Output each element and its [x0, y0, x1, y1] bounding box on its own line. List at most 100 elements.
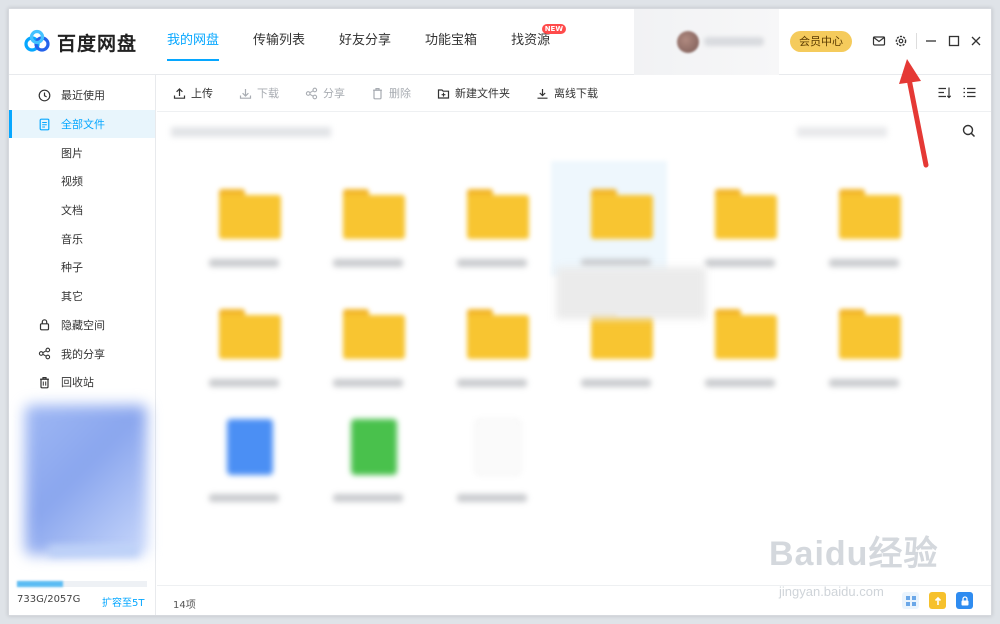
tooltip [556, 267, 706, 319]
folder-item[interactable] [181, 279, 291, 394]
folder-item[interactable] [305, 159, 415, 274]
item-count: 14项 [173, 600, 196, 611]
upload-label: 上传 [191, 87, 213, 100]
sidebar-item-all-files[interactable]: 全部文件 [9, 109, 155, 139]
sidebar-item-label: 全部文件 [61, 118, 105, 132]
sidebar-item-recent[interactable]: 最近使用 [9, 81, 155, 110]
sidebar-item-label: 我的分享 [61, 347, 105, 361]
tab-find-resources[interactable]: 找资源 NEW [511, 9, 567, 75]
spreadsheet-file-icon [351, 419, 397, 475]
sidebar-item-label: 最近使用 [61, 89, 105, 103]
lock-status-icon[interactable] [956, 592, 973, 609]
search-icon[interactable] [961, 123, 977, 139]
file-grid [169, 149, 929, 509]
file-item[interactable] [305, 394, 415, 509]
folder-icon [715, 189, 777, 239]
vip-center-button[interactable]: 会员中心 [790, 31, 852, 52]
folder-item[interactable] [801, 159, 911, 274]
minimize-icon[interactable] [923, 33, 939, 49]
add-file-icon [475, 419, 521, 475]
main-nav: 我的网盘 传输列表 好友分享 功能宝箱 找资源 NEW [167, 9, 584, 75]
title-bar: 百度网盘 我的网盘 传输列表 好友分享 功能宝箱 找资源 NEW 会员中心 [9, 9, 991, 75]
app-window: 百度网盘 我的网盘 传输列表 好友分享 功能宝箱 找资源 NEW 会员中心 最近… [8, 8, 992, 616]
divider [916, 33, 917, 49]
file-name-blurred [829, 259, 899, 267]
folder-icon [715, 309, 777, 359]
file-name-blurred [209, 379, 279, 387]
download-button[interactable]: 下载 [239, 85, 279, 101]
watermark-url: jingyan.baidu.com [779, 584, 884, 599]
folder-item[interactable] [305, 279, 415, 394]
expand-storage-link[interactable]: 扩容至5T [102, 594, 144, 609]
sidebar-item-my-shares[interactable]: 我的分享 [9, 339, 155, 368]
tab-my-netdisk[interactable]: 我的网盘 [167, 9, 220, 75]
sidebar-item-images[interactable]: 图片 [9, 138, 155, 167]
sidebar-item-documents[interactable]: 文档 [9, 196, 155, 225]
delete-button[interactable]: 删除 [371, 85, 411, 101]
download-label: 下载 [257, 87, 279, 100]
new-folder-button[interactable]: 新建文件夹 [437, 85, 510, 101]
settings-gear-icon[interactable] [893, 33, 909, 49]
folder-item[interactable] [677, 159, 787, 274]
mail-icon[interactable] [871, 33, 887, 49]
new-badge: NEW [541, 24, 567, 34]
file-name-blurred [333, 494, 403, 502]
sidebar-item-others[interactable]: 其它 [9, 282, 155, 311]
folder-icon [219, 189, 281, 239]
file-item[interactable] [181, 394, 291, 509]
sidebar-item-torrents[interactable]: 种子 [9, 253, 155, 282]
file-name-blurred [457, 259, 527, 267]
file-name-blurred [209, 259, 279, 267]
new-folder-label: 新建文件夹 [455, 87, 510, 100]
sidebar-item-label: 隐藏空间 [61, 318, 105, 332]
folder-icon [467, 189, 529, 239]
close-icon[interactable] [968, 33, 984, 49]
folder-item[interactable] [801, 279, 911, 394]
promo-banner[interactable] [25, 405, 147, 555]
folder-icon [343, 309, 405, 359]
document-file-icon [227, 419, 273, 475]
folder-item[interactable] [181, 159, 291, 274]
folder-item[interactable] [429, 159, 539, 274]
breadcrumb[interactable] [171, 127, 331, 137]
avatar[interactable] [677, 31, 699, 53]
add-item[interactable] [429, 394, 539, 509]
new-folder-icon [437, 88, 450, 99]
watermark-title: Baidu经验 [769, 535, 939, 573]
folder-icon [219, 309, 281, 359]
file-name-blurred [457, 379, 527, 387]
storage-usage: 733G/2057G [17, 594, 81, 605]
storage-progress-fill [17, 581, 64, 587]
search-input[interactable] [797, 127, 887, 137]
promo-banner-button[interactable] [49, 545, 139, 557]
file-name-blurred [705, 259, 775, 267]
tab-friend-share[interactable]: 好友分享 [339, 9, 391, 75]
folder-icon [467, 309, 529, 359]
sidebar-item-videos[interactable]: 视频 [9, 167, 155, 196]
sidebar-item-hidden-space[interactable]: 隐藏空间 [9, 311, 155, 340]
offline-download-button[interactable]: 离线下载 [536, 85, 598, 101]
list-view-icon[interactable] [962, 85, 977, 100]
sidebar-item-label: 回收站 [61, 376, 94, 390]
download-icon [239, 88, 252, 99]
lock-icon [37, 318, 51, 332]
sidebar-item-music[interactable]: 音乐 [9, 224, 155, 253]
tab-find-resources-label: 找资源 [511, 33, 551, 48]
file-name-blurred [333, 379, 403, 387]
breadcrumb-bar [157, 113, 991, 147]
maximize-icon[interactable] [946, 33, 962, 49]
share-button[interactable]: 分享 [305, 85, 345, 101]
folder-item[interactable] [429, 279, 539, 394]
user-profile[interactable] [634, 9, 779, 75]
offline-download-icon [537, 88, 548, 99]
annotation-arrow-icon [899, 59, 929, 168]
tab-toolbox[interactable]: 功能宝箱 [425, 9, 477, 75]
folder-item[interactable] [553, 159, 663, 274]
sidebar-item-recycle-bin[interactable]: 回收站 [9, 368, 155, 397]
share-icon [305, 87, 318, 99]
upload-button[interactable]: 上传 [173, 85, 213, 101]
file-name-blurred [333, 259, 403, 267]
tab-transfer-list[interactable]: 传输列表 [253, 9, 305, 75]
upload-icon [173, 87, 186, 99]
file-toolbar: 上传 下载 分享 删除 新建文件夹 离线下载 [157, 75, 991, 112]
